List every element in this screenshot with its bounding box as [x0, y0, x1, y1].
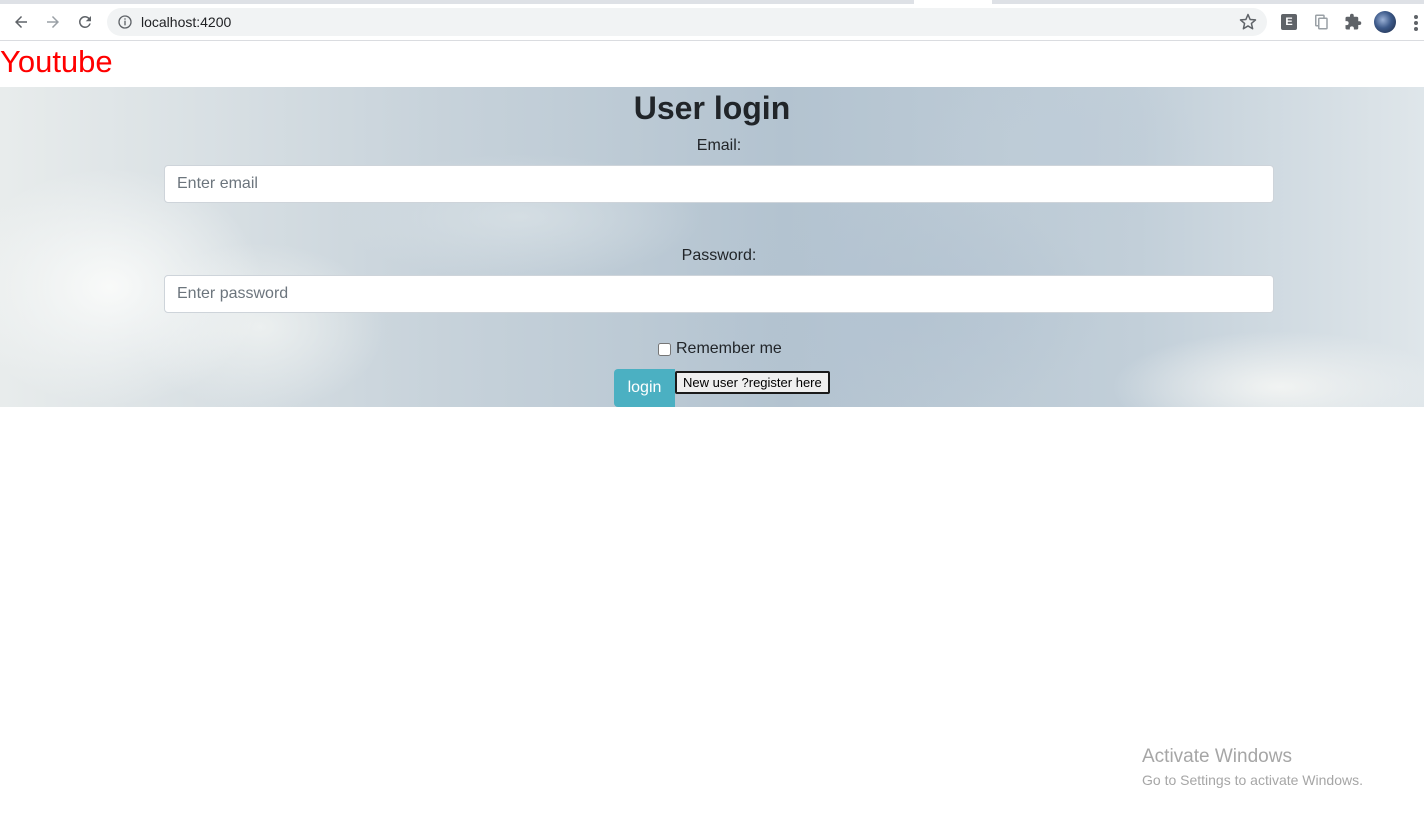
reload-icon [78, 15, 91, 28]
password-label: Password: [681, 247, 757, 264]
brand-logo-text[interactable]: Youtube [0, 44, 113, 80]
forward-button[interactable] [39, 8, 67, 36]
info-icon[interactable] [117, 14, 133, 30]
reload-button[interactable] [71, 8, 99, 36]
page-title: User login [633, 90, 791, 126]
register-button[interactable]: New user ?register here [675, 371, 830, 394]
arrow-right-icon [47, 16, 59, 28]
url-text[interactable]: localhost:4200 [141, 8, 231, 36]
browser-toolbar: localhost:4200 E [0, 4, 1424, 41]
login-button[interactable]: login [614, 369, 675, 407]
remember-me[interactable]: Remember me [658, 339, 782, 359]
more-menu-icon[interactable] [1410, 13, 1422, 33]
email-label: Email: [696, 137, 742, 154]
password-field[interactable] [164, 275, 1274, 313]
remember-me-label: Remember me [676, 340, 782, 357]
back-button[interactable] [7, 8, 35, 36]
bookmark-star-icon[interactable] [1239, 13, 1257, 31]
activate-windows-subtitle: Go to Settings to activate Windows. [1142, 772, 1363, 788]
address-bar[interactable]: localhost:4200 [107, 8, 1267, 36]
arrow-left-icon [15, 16, 27, 28]
remember-me-checkbox[interactable] [658, 342, 671, 356]
e-extension-icon[interactable]: E [1281, 14, 1297, 30]
puzzle-extensions-icon[interactable] [1344, 13, 1362, 31]
profile-avatar[interactable] [1374, 11, 1396, 33]
activate-windows-title: Activate Windows [1142, 746, 1292, 767]
clipboard-extension-icon[interactable] [1312, 13, 1330, 31]
email-field[interactable] [164, 165, 1274, 203]
